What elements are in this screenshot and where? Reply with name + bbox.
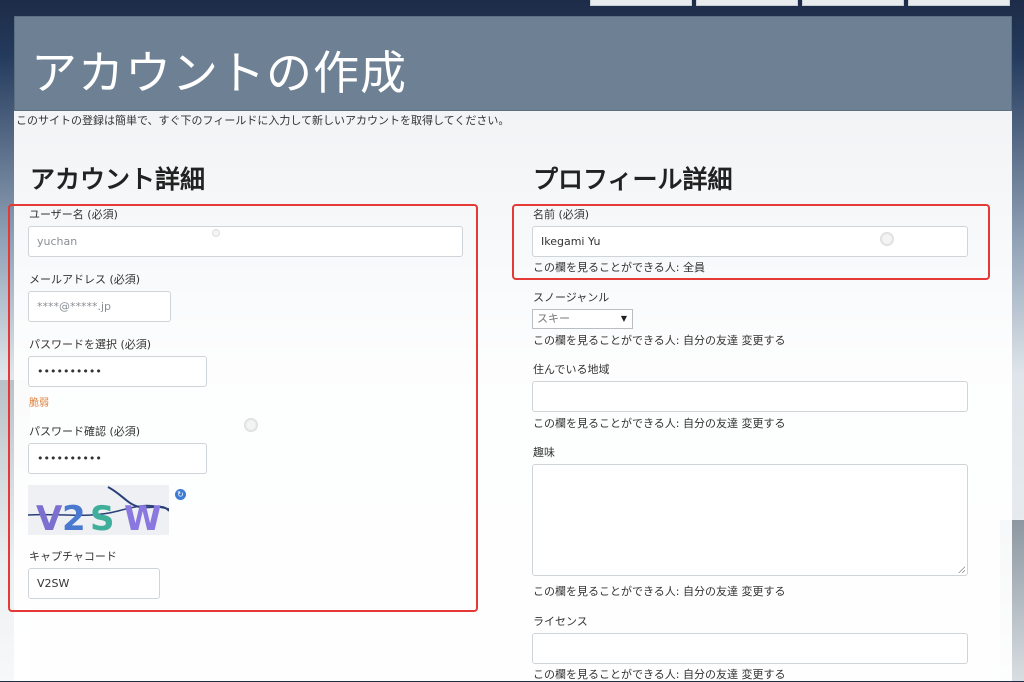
snow-genre-select[interactable]: スキー ▼ [532,309,633,329]
nav-tab-1[interactable] [590,0,692,6]
hobby-label: 趣味 [533,446,555,459]
license-visibility: この欄を見ることができる人: 自分の友達 変更する [533,668,786,681]
license-label: ライセンス [533,615,588,628]
license-input[interactable] [532,633,968,664]
hobby-textarea[interactable] [532,464,968,576]
region-visibility: この欄を見ることができる人: 自分の友達 変更する [533,417,786,430]
account-highlight-box [8,204,478,612]
page-header: アカウントの作成 [14,16,1012,111]
resize-handle-icon[interactable] [958,566,965,573]
snow-genre-visibility: この欄を見ることができる人: 自分の友達 変更する [533,334,786,347]
intro-text: このサイトの登録は簡単で、すぐ下のフィールドに入力して新しいアカウントを取得して… [16,114,510,127]
cursor-dot-3 [880,232,894,246]
nav-tab-2[interactable] [696,0,798,6]
hobby-visibility: この欄を見ることができる人: 自分の友達 変更する [533,585,786,598]
snow-genre-selected: スキー [537,312,570,325]
page-title: アカウントの作成 [31,46,407,100]
name-highlight-box [512,204,990,280]
nav-tab-3[interactable] [802,0,904,6]
account-details-heading: アカウント詳細 [30,165,206,194]
nav-tab-4[interactable] [908,0,1010,6]
cursor-dot-2 [244,418,258,432]
region-input[interactable] [532,381,968,412]
profile-details-heading: プロフィール詳細 [533,165,733,194]
top-navigation [590,0,1010,6]
chevron-down-icon: ▼ [620,314,627,323]
cursor-dot-1 [212,229,220,237]
region-label: 住んでいる地域 [533,363,610,376]
snow-genre-label: スノージャンル [533,291,610,304]
